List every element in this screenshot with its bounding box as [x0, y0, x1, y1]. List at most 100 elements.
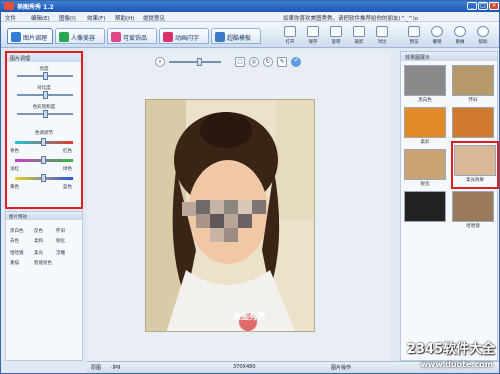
app-title: 美图秀秀 1.2	[17, 4, 54, 11]
zoom-slider[interactable]	[169, 61, 221, 63]
blue-label: 蓝色	[63, 185, 72, 190]
actual-size-icon[interactable]: ◎	[249, 57, 259, 67]
thumb-label: 柔彩	[420, 140, 430, 145]
menu-image[interactable]: 图像(I)	[59, 14, 76, 22]
thumbnails-title: 效果图展示	[401, 52, 497, 61]
brightness-slider[interactable]	[17, 72, 73, 80]
thumb-label: 怀旧	[468, 98, 478, 103]
thumb-soft-color[interactable]	[404, 107, 446, 138]
thumb-label: 锐化	[420, 182, 430, 187]
menu-effects[interactable]: 效果(F)	[87, 14, 105, 22]
tab-animated-text[interactable]: 动画闪字	[159, 28, 209, 44]
cyan-label: 青色	[10, 149, 19, 154]
redo-button[interactable]: 重做	[451, 25, 469, 46]
save-button[interactable]: 保存	[304, 25, 322, 46]
effect-item[interactable]: 哈哈镜	[10, 250, 24, 256]
zoom-icon[interactable]: ⌕	[155, 57, 165, 67]
tab-picture-adjust[interactable]: 图片调理	[7, 28, 53, 44]
minimize-button[interactable]: _	[467, 2, 477, 10]
effect-item[interactable]: 黑白色	[10, 228, 24, 234]
rotate-view-icon[interactable]: ↻	[263, 57, 273, 67]
effect-item[interactable]: 素描	[10, 260, 19, 266]
menu-feedback[interactable]: 提提意见	[143, 14, 165, 22]
tab-cute-accessories[interactable]: 可爱饰品	[107, 28, 157, 44]
thumb-sharpen[interactable]	[404, 149, 446, 180]
color-balance-label: 色调调节	[35, 131, 53, 136]
effect-item[interactable]: 去色	[10, 238, 19, 244]
undo-button[interactable]: 撤销	[428, 25, 446, 46]
effect-item[interactable]: 怀旧	[56, 228, 65, 234]
folder-icon	[284, 26, 296, 37]
effect-item[interactable]: 浮雕	[56, 250, 65, 256]
cyan-red-handle[interactable]	[41, 138, 46, 146]
menu-edit[interactable]: 编辑(E)	[31, 14, 50, 22]
yellow-blue-slider[interactable]	[15, 174, 73, 182]
status-image-size: 370X480	[233, 364, 256, 370]
rotate-button[interactable]: 旋转	[327, 25, 345, 46]
green-label: 绿色	[63, 167, 72, 172]
brightness-handle[interactable]	[43, 72, 48, 80]
pen-icon[interactable]: ✐	[291, 57, 301, 67]
saturation-slider[interactable]	[17, 110, 73, 118]
canvas-watermark: 美图秀秀	[233, 312, 265, 321]
heart-icon	[111, 32, 121, 42]
tab-portrait-beauty[interactable]: 人像美容	[55, 28, 105, 44]
tab-cool-templates[interactable]: 超酷模板	[211, 28, 261, 44]
fit-icon[interactable]: □	[235, 57, 245, 67]
thumb-black-white[interactable]	[404, 65, 446, 96]
magenta-green-handle[interactable]	[41, 156, 46, 164]
effect-item[interactable]: 反色	[34, 228, 43, 234]
zoom-handle[interactable]	[197, 58, 202, 66]
effects-panel-title: 图片特效	[6, 212, 82, 220]
help-button[interactable]: 帮助	[474, 25, 492, 46]
adjust-panel: 图片调理 亮度 对比度 色彩饱和度 色调调节 青色 红色 洋红 绿色 黄色 蓝色	[5, 51, 83, 209]
thumb-sketch[interactable]	[404, 191, 446, 222]
redo-icon	[454, 26, 466, 37]
effect-item[interactable]: 锐化	[56, 238, 65, 244]
edit-icon[interactable]: ✎	[277, 57, 287, 67]
portrait-icon	[59, 32, 69, 42]
contrast-handle[interactable]	[43, 91, 48, 99]
save-icon	[307, 26, 319, 37]
crop-button[interactable]: 裁剪	[350, 25, 368, 46]
app-window: 美图秀秀 1.2 _ □ × 文件 编辑(E) 图像(I) 效果(F) 帮助(H…	[0, 0, 500, 374]
red-label: 红色	[63, 149, 72, 154]
thumb-warm[interactable]	[452, 107, 494, 138]
effect-item[interactable]: 柔和	[34, 238, 43, 244]
crop-icon	[353, 26, 365, 37]
yellow-blue-handle[interactable]	[41, 174, 46, 182]
preview-button[interactable]: 预览	[405, 25, 423, 46]
effects-panel: 图片特效 黑白色 反色 怀旧 去色 柔和 锐化 哈哈镜 柔光 浮雕 素描 智能绘…	[5, 211, 83, 361]
site-watermark-url: www.duote.com	[420, 360, 493, 369]
rotate-icon	[330, 26, 342, 37]
picture-icon	[11, 32, 21, 42]
promo-text: 如果你喜欢美图秀秀，请把软件推荐给你的朋友(^_^)o	[283, 16, 419, 22]
effect-item[interactable]: 智能绘色	[34, 260, 52, 266]
undo-icon	[431, 26, 443, 37]
menu-help[interactable]: 帮助(H)	[115, 14, 134, 22]
adjust-panel-title: 图片调理	[7, 53, 81, 62]
thumb-funhouse[interactable]	[452, 191, 494, 222]
menu-bar: 文件 编辑(E) 图像(I) 效果(F) 帮助(H) 提提意见 如果你喜欢美图秀…	[1, 12, 499, 22]
menu-file[interactable]: 文件	[5, 14, 16, 22]
photo-preview[interactable]	[145, 99, 315, 332]
saturation-handle[interactable]	[43, 110, 48, 118]
open-button[interactable]: 打开	[281, 25, 299, 46]
yellow-label: 黄色	[10, 185, 19, 190]
thumb-label: 哈哈镜	[466, 224, 480, 229]
effect-item[interactable]: 柔光	[34, 250, 43, 256]
preview-icon	[408, 26, 420, 37]
magenta-green-slider[interactable]	[15, 156, 73, 164]
status-file-ext: .jpg	[111, 364, 121, 370]
cyan-red-slider[interactable]	[15, 138, 73, 146]
help-icon	[477, 26, 489, 37]
maximize-button[interactable]: □	[478, 2, 488, 10]
app-logo-icon	[4, 2, 14, 10]
contrast-slider[interactable]	[17, 91, 73, 99]
status-hint: 图片操作	[331, 365, 352, 371]
thumb-label: 黑白色	[418, 98, 432, 103]
main-toolbar: 图片调理 人像美容 可爱饰品 动画闪字 超酷模板 打开 保存 旋转 裁剪 对比 …	[1, 22, 499, 48]
compare-button[interactable]: 对比	[373, 25, 391, 46]
thumb-vintage[interactable]	[452, 65, 494, 96]
close-button[interactable]: ×	[489, 2, 499, 10]
